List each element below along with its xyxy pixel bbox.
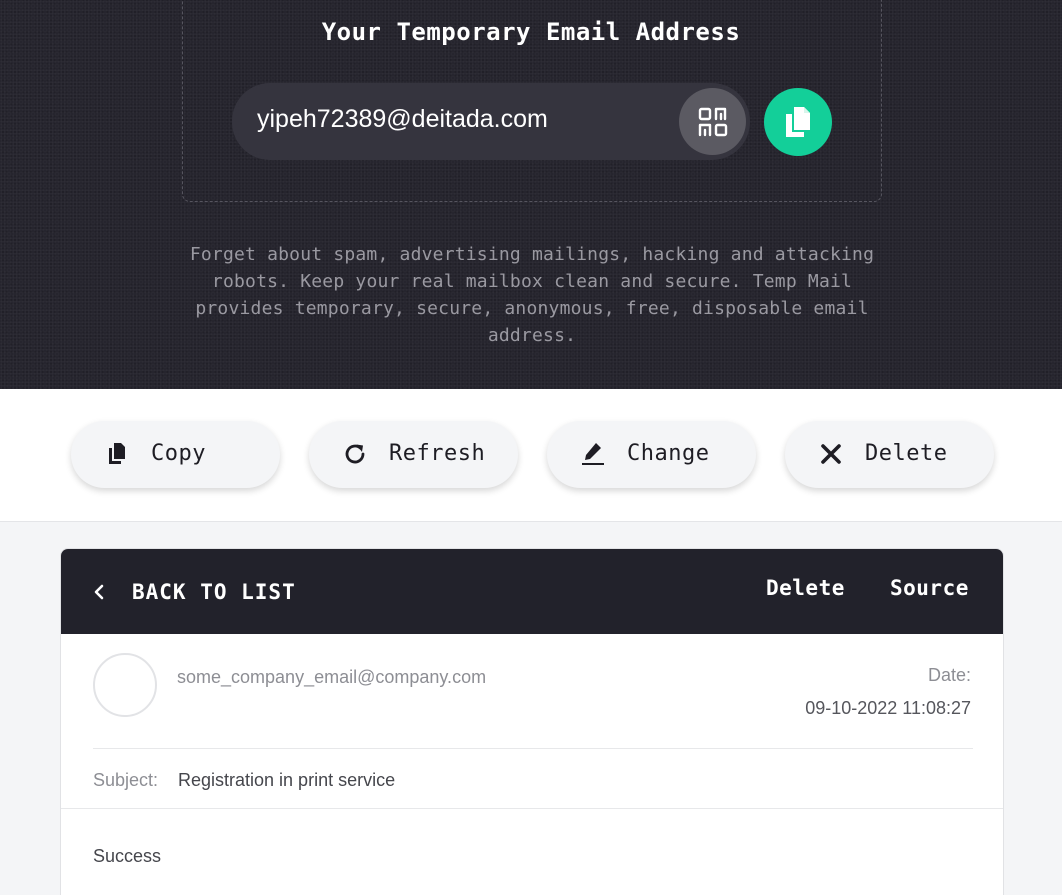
back-to-list-link[interactable]: BACK TO LIST [132,580,296,604]
message-delete-link[interactable]: Delete [766,576,845,600]
chevron-left-icon[interactable] [91,581,107,603]
copy-icon [104,441,130,467]
delete-button-label: Delete [865,441,948,466]
copy-button[interactable]: Copy [71,421,280,488]
subject-value: Registration in print service [178,770,396,790]
refresh-button-label: Refresh [389,441,486,466]
delete-button[interactable]: Delete [785,421,994,488]
refresh-button[interactable]: Refresh [309,421,518,488]
divider [93,748,973,749]
message-header: BACK TO LIST Delete Source [61,549,1003,634]
email-address-text[interactable]: yipeh72389@deitada.com [257,105,548,134]
message-body: Success [93,846,162,866]
change-button[interactable]: Change [547,421,756,488]
copy-button-label: Copy [151,441,206,466]
copy-email-button[interactable] [764,88,832,156]
hero-section: Your Temporary Email Address yipeh72389@… [0,0,1062,389]
message-card: BACK TO LIST Delete Source some_company_… [60,548,1004,895]
avatar [93,653,157,717]
hero-title: Your Temporary Email Address [321,18,741,46]
qr-code-icon [698,107,727,136]
qr-code-button[interactable] [679,88,746,155]
hero-description: Forget about spam, advertising mailings,… [189,244,875,346]
change-button-label: Change [627,441,710,466]
date-label: Date: [927,665,971,685]
subject-label: Subject: [93,770,159,790]
edit-icon [580,441,606,467]
refresh-icon [342,441,368,467]
divider [61,808,1003,809]
date-value: 09-10-2022 11:08:27 [805,698,971,718]
close-icon [818,441,844,467]
sender-email: some_company_email@company.com [177,667,487,687]
email-address-field[interactable]: yipeh72389@deitada.com [232,83,750,160]
message-source-link[interactable]: Source [890,576,969,600]
action-bar: Copy Refresh Change Delete [0,389,1062,522]
copy-icon [786,107,810,137]
